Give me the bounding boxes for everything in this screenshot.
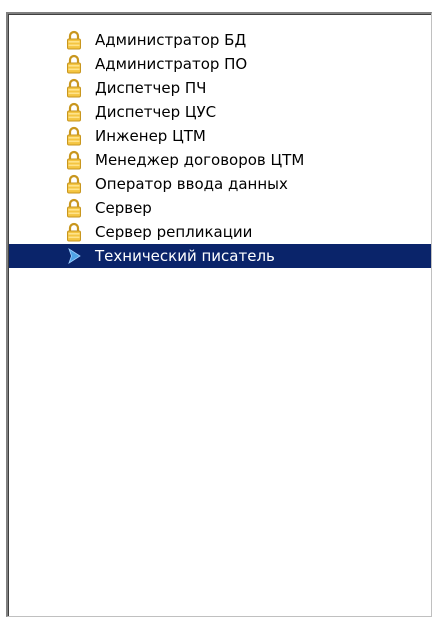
lock-icon — [65, 174, 83, 194]
list-item-label: Менеджер договоров ЦТМ — [95, 151, 305, 169]
lock-icon — [65, 126, 83, 146]
list-item-label: Сервер репликации — [95, 223, 253, 241]
role-list[interactable]: Администратор БД Администратор ПО Диспет… — [6, 12, 432, 617]
list-item-label: Диспетчер ПЧ — [95, 79, 207, 97]
lock-icon — [65, 30, 83, 50]
list-item[interactable]: Администратор БД — [9, 28, 431, 52]
lock-icon — [65, 198, 83, 218]
list-item[interactable]: Менеджер договоров ЦТМ — [9, 148, 431, 172]
role-list-content: Администратор БД Администратор ПО Диспет… — [8, 14, 431, 616]
list-item-selected[interactable]: Технический писатель — [9, 244, 431, 268]
list-item[interactable]: Сервер репликации — [9, 220, 431, 244]
lock-icon — [65, 150, 83, 170]
list-item-label: Оператор ввода данных — [95, 175, 288, 193]
list-item[interactable]: Диспетчер ЦУС — [9, 100, 431, 124]
list-item[interactable]: Диспетчер ПЧ — [9, 76, 431, 100]
list-item-label: Администратор БД — [95, 31, 247, 49]
list-item-label: Инженер ЦТМ — [95, 127, 206, 145]
list-item-label: Сервер — [95, 199, 152, 217]
list-item-label: Технический писатель — [95, 247, 275, 265]
list-item[interactable]: Сервер — [9, 196, 431, 220]
play-arrow-icon — [65, 246, 83, 266]
lock-icon — [65, 54, 83, 74]
list-item[interactable]: Инженер ЦТМ — [9, 124, 431, 148]
list-item[interactable]: Оператор ввода данных — [9, 172, 431, 196]
lock-icon — [65, 78, 83, 98]
list-item-label: Диспетчер ЦУС — [95, 103, 217, 121]
lock-icon — [65, 222, 83, 242]
lock-icon — [65, 102, 83, 122]
list-item[interactable]: Администратор ПО — [9, 52, 431, 76]
list-item-label: Администратор ПО — [95, 55, 248, 73]
